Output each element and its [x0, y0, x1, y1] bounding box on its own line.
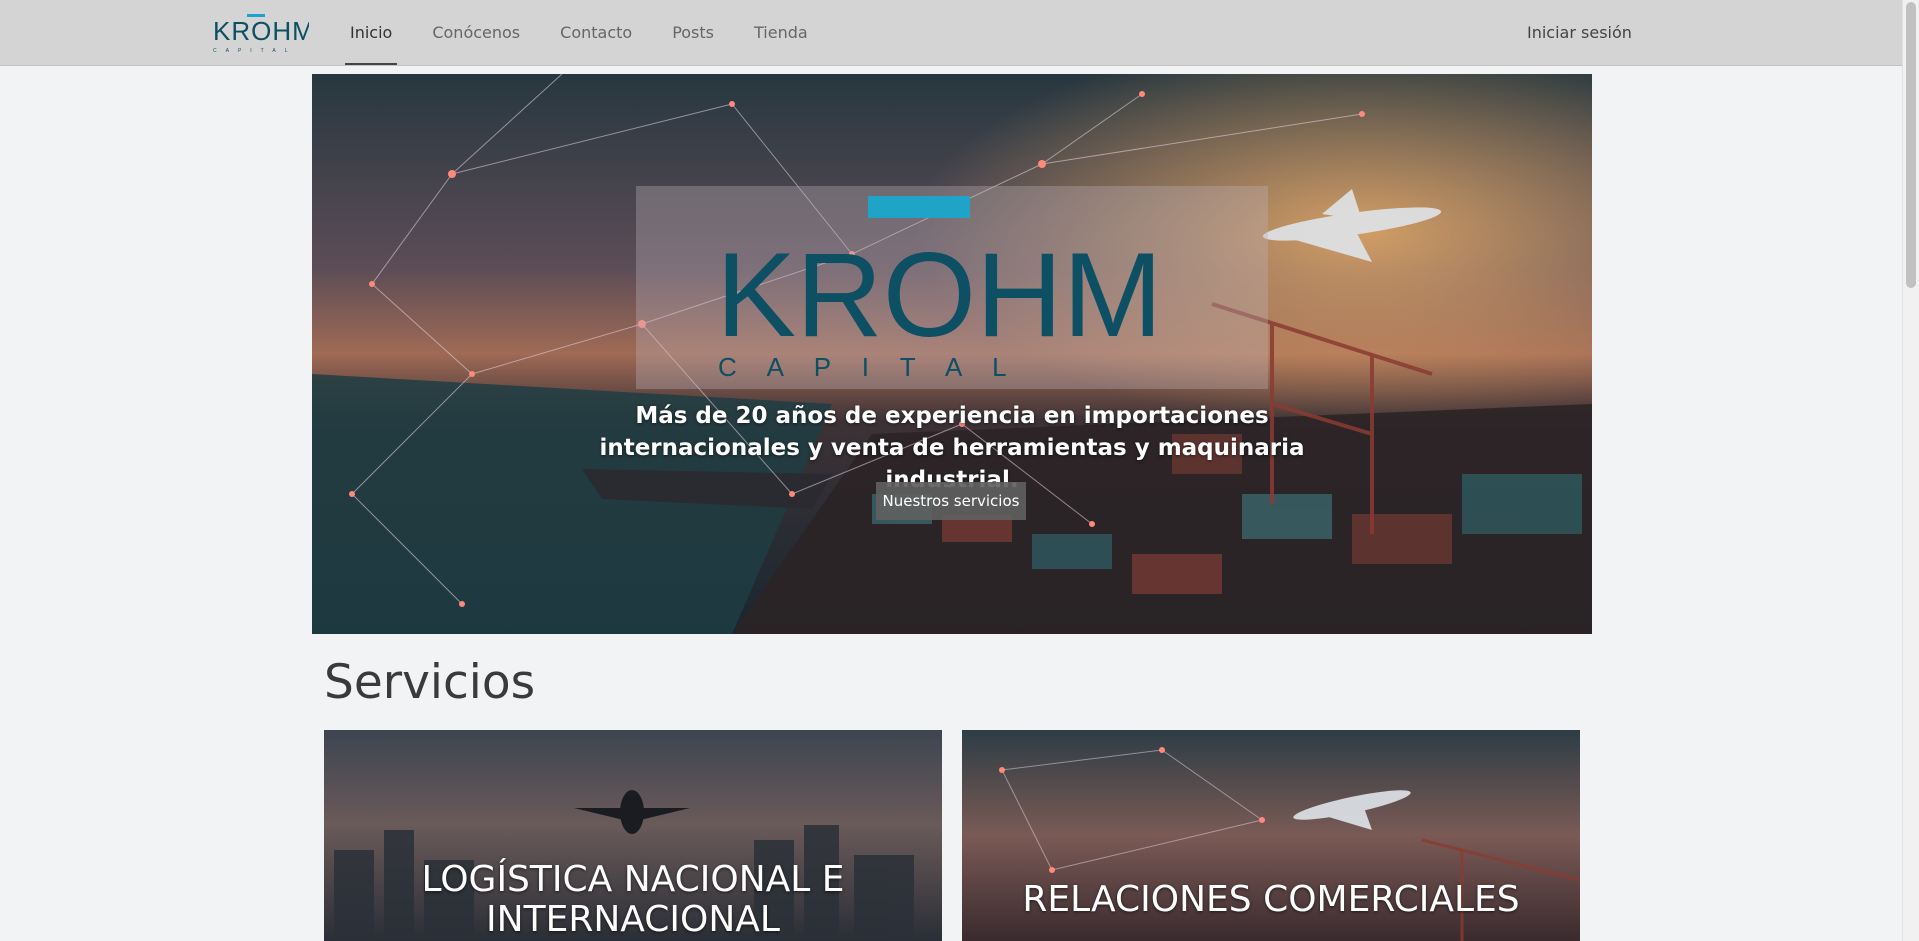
hero-logo-panel: KROHM C A P I T A L: [636, 186, 1268, 389]
main-nav: Inicio Conócenos Contacto Posts Tienda: [344, 0, 846, 65]
hero-logo-sub: C A P I T A L: [718, 352, 1019, 382]
brand-logo-text: KROHM: [213, 16, 309, 46]
our-services-button[interactable]: Nuestros servicios: [876, 482, 1026, 520]
page-scrollbar[interactable]: [1902, 0, 1919, 941]
nav-link-tienda[interactable]: Tienda: [752, 0, 810, 65]
brand-logo[interactable]: KROHM CAPITAL: [213, 12, 314, 54]
nav-link-posts[interactable]: Posts: [670, 0, 716, 65]
hero-logo-text: KROHM: [716, 228, 1163, 362]
service-card-title: LOGÍSTICA NACIONAL E INTERNACIONAL: [421, 859, 845, 940]
nav-link-conocenos[interactable]: Conócenos: [430, 0, 522, 65]
scrollbar-thumb[interactable]: [1906, 2, 1916, 288]
hero-logo: KROHM C A P I T A L: [716, 196, 1163, 382]
top-navbar: KROHM CAPITAL Inicio Conócenos Contacto …: [0, 0, 1903, 66]
services-heading: Servicios: [324, 655, 536, 710]
brand-logo-sub: CAPITAL: [213, 48, 296, 54]
nav-link-inicio[interactable]: Inicio: [344, 0, 398, 65]
service-card-title: RELACIONES COMERCIALES: [1022, 879, 1520, 920]
nav-link-contacto[interactable]: Contacto: [558, 0, 634, 65]
hero-banner: KROHM C A P I T A L Más de 20 años de ex…: [312, 74, 1592, 634]
service-card-logistica[interactable]: LOGÍSTICA NACIONAL E INTERNACIONAL: [324, 730, 942, 941]
login-link[interactable]: Iniciar sesión: [1527, 0, 1632, 66]
service-card-relaciones[interactable]: RELACIONES COMERCIALES: [962, 730, 1580, 941]
